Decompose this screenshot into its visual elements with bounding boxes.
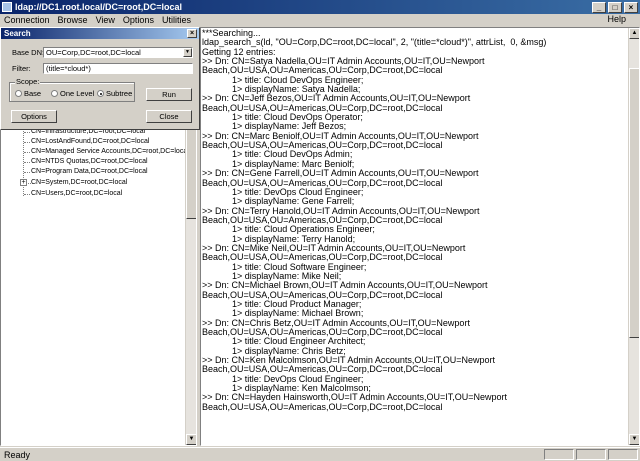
scope-base-radio[interactable]: Base	[15, 89, 41, 98]
status-cell	[544, 449, 574, 460]
menu-options[interactable]: Options	[123, 15, 154, 25]
output-line: Beach,OU=USA,OU=Americas,OU=Corp,DC=root…	[202, 401, 443, 412]
scope-base-label: Base	[24, 89, 42, 98]
base-dn-value: OU=Corp,DC=root,DC=local	[46, 48, 141, 57]
tree-item-system[interactable]: CN=System,DC=root,DC=local	[31, 178, 127, 188]
search-dialog-titlebar: Search ×	[1, 28, 199, 39]
minimize-button[interactable]: _	[592, 1, 606, 13]
close-button[interactable]: ×	[624, 1, 638, 13]
status-cell	[608, 449, 638, 460]
tree-branch	[24, 142, 30, 143]
title-bar: ldap://DC1.root.local/DC=root,DC=local _…	[0, 0, 640, 14]
close-dialog-button[interactable]: Close	[146, 110, 192, 123]
scope-one-level-radio[interactable]: One Level	[51, 89, 94, 98]
run-button[interactable]: Run	[146, 88, 192, 101]
status-cell	[576, 449, 606, 460]
base-dn-label: Base DN:	[12, 48, 45, 57]
maximize-button[interactable]: □	[608, 1, 622, 13]
close-icon[interactable]: ×	[187, 29, 197, 38]
tree-item-managed-service-accounts[interactable]: CN=Managed Service Accounts,DC=root,DC=l…	[31, 147, 189, 157]
menu-browse[interactable]: Browse	[58, 15, 88, 25]
status-bar: Ready	[0, 447, 640, 461]
radio-icon	[51, 90, 58, 97]
scope-label: Scope:	[15, 77, 41, 86]
base-dn-combobox[interactable]: OU=Corp,DC=root,DC=local ▼	[43, 47, 193, 58]
app-icon	[2, 2, 12, 12]
tree-branch	[24, 132, 30, 133]
tree-item-ntds-quotas[interactable]: CN=NTDS Quotas,DC=root,DC=local	[31, 157, 148, 167]
menu-utilities[interactable]: Utilities	[162, 15, 191, 25]
options-button[interactable]: Options	[11, 110, 57, 123]
tree-item-program-data[interactable]: CN=Program Data,DC=root,DC=local	[31, 167, 148, 177]
chevron-down-icon[interactable]: ▼	[183, 48, 192, 57]
menu-connection[interactable]: Connection	[4, 15, 50, 25]
menu-help[interactable]: Help	[607, 14, 626, 24]
scroll-thumb[interactable]	[629, 68, 639, 338]
search-dialog: Search × Base DN: OU=Corp,DC=root,DC=loc…	[0, 27, 200, 130]
scope-one-level-label: One Level	[60, 89, 95, 98]
radio-icon	[15, 90, 22, 97]
filter-input[interactable]: (title=*cloud*)	[43, 63, 193, 74]
search-results-text: ***Searching... ldap_search_s(ld, "OU=Cor…	[201, 28, 639, 412]
tree-branch	[24, 152, 30, 153]
scroll-down-icon[interactable]: ▼	[629, 434, 639, 445]
tree-item-users[interactable]: CN=Users,DC=root,DC=local	[31, 189, 122, 199]
scroll-down-icon[interactable]: ▼	[186, 434, 196, 445]
menu-view[interactable]: View	[96, 15, 115, 25]
tree-branch	[24, 162, 30, 163]
tree-branch	[24, 194, 30, 195]
radio-selected-icon	[97, 90, 104, 97]
window-title: ldap://DC1.root.local/DC=root,DC=local	[15, 2, 183, 12]
scope-subtree-radio[interactable]: Subtree	[97, 89, 132, 98]
expand-icon[interactable]: +	[20, 179, 27, 186]
tree-item-lostandfound[interactable]: CN=LostAndFound,DC=root,DC=local	[31, 137, 149, 147]
scope-subtree-label: Subtree	[106, 89, 133, 98]
output-vertical-scrollbar[interactable]: ▲ ▼	[628, 28, 639, 445]
filter-label: Filter:	[12, 64, 31, 73]
tree-branch	[24, 172, 30, 173]
output-pane[interactable]: ***Searching... ldap_search_s(ld, "OU=Cor…	[200, 27, 640, 446]
menu-bar: Connection Browse View Options Utilities…	[0, 14, 640, 26]
status-text: Ready	[4, 449, 31, 460]
search-dialog-title: Search	[4, 29, 31, 38]
scroll-up-icon[interactable]: ▲	[629, 28, 639, 39]
filter-value: (title=*cloud*)	[46, 64, 91, 73]
